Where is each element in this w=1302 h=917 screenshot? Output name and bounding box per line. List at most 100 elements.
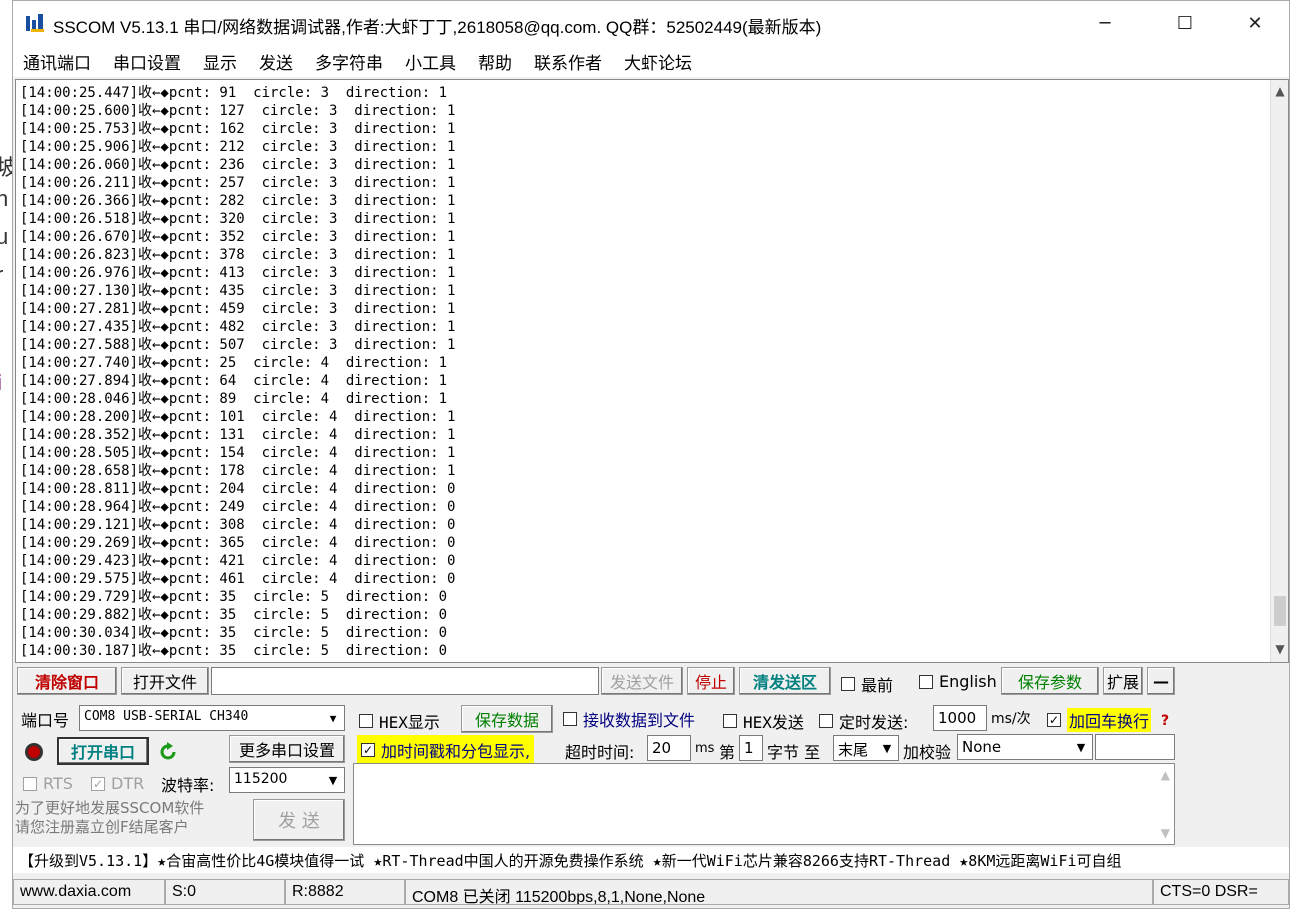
checkbox-box[interactable] — [841, 677, 855, 691]
checkbox-box[interactable] — [359, 714, 373, 728]
receive-line: [14:00:25.600]收←◆pcnt: 127 circle: 3 dir… — [20, 103, 456, 119]
menu-contact-author[interactable]: 联系作者 — [534, 49, 602, 74]
menu-bar: 通讯端口 串口设置 显示 发送 多字符串 小工具 帮助 联系作者 大虾论坛 — [13, 45, 1289, 77]
english-checkbox[interactable]: English — [919, 672, 997, 691]
receive-line: [14:00:29.269]收←◆pcnt: 365 circle: 4 dir… — [20, 535, 456, 551]
menu-comm-port[interactable]: 通讯端口 — [23, 49, 91, 74]
interval-unit: ms/次 — [991, 711, 1031, 727]
menu-multi-string[interactable]: 多字符串 — [315, 49, 383, 74]
hex-send-checkbox[interactable]: HEX发送 — [723, 709, 804, 733]
receive-line: [14:00:29.423]收←◆pcnt: 421 circle: 4 dir… — [20, 553, 456, 569]
scroll-down-icon[interactable]: ▼ — [1273, 642, 1287, 660]
scroll-thumb[interactable] — [1274, 596, 1286, 626]
hex-display-checkbox[interactable]: HEX显示 — [359, 709, 440, 733]
clear-send-button[interactable]: 清发送区 — [739, 667, 831, 695]
topmost-label: 最前 — [861, 676, 894, 695]
checksum-select[interactable]: None ▼ — [957, 734, 1093, 760]
checkbox-box[interactable] — [23, 776, 37, 791]
status-website[interactable]: www.daxia.com — [13, 879, 165, 905]
menu-help[interactable]: 帮助 — [478, 49, 512, 74]
send-scroll-up-icon[interactable]: ▲ — [1161, 768, 1170, 782]
minimize-icon: ─ — [1099, 12, 1111, 34]
english-label: English — [939, 672, 997, 691]
receive-area[interactable]: [14:00:25.447]收←◆pcnt: 91 circle: 3 dire… — [15, 79, 1289, 663]
receive-line: [14:00:28.964]收←◆pcnt: 249 circle: 4 dir… — [20, 499, 456, 515]
stop-button[interactable]: 停止 — [687, 667, 735, 695]
sscom-app-icon — [26, 14, 44, 32]
receive-line: [14:00:26.211]收←◆pcnt: 257 circle: 3 dir… — [20, 175, 456, 191]
chevron-down-icon[interactable]: ▼ — [324, 771, 342, 789]
action-toolbar: 清除窗口 打开文件 发送文件 停止 清发送区 最前 English 保存参数 扩… — [15, 667, 1289, 697]
refresh-icon[interactable] — [157, 741, 179, 763]
close-button[interactable]: ✕ — [1232, 1, 1278, 45]
timed-send-checkbox[interactable]: 定时发送: — [819, 709, 908, 733]
send-button[interactable]: 发 送 — [253, 799, 345, 841]
checkbox-box[interactable] — [723, 714, 737, 728]
file-path-input[interactable] — [211, 667, 599, 695]
expand-button[interactable]: 扩展 — [1103, 667, 1143, 695]
receive-scrollbar[interactable]: ▲ ▼ — [1270, 80, 1288, 662]
end-select[interactable]: 末尾 ▼ — [833, 735, 899, 761]
topmost-checkbox[interactable]: 最前 — [841, 672, 893, 696]
port-select[interactable]: COM8 USB-SERIAL CH340 ▼ — [79, 705, 345, 731]
background-letter: h — [0, 186, 9, 211]
save-params-button[interactable]: 保存参数 — [1001, 667, 1099, 695]
byte-start-input[interactable]: 1 — [739, 735, 763, 761]
recv-to-file-checkbox[interactable]: 接收数据到文件 — [563, 707, 695, 731]
port-label: 端口号 — [21, 711, 70, 730]
baud-label: 波特率: — [161, 776, 215, 795]
help-icon[interactable]: ? — [1161, 713, 1169, 729]
open-file-button[interactable]: 打开文件 — [121, 667, 209, 695]
hex-display-label: HEX显示 — [379, 713, 440, 732]
port-value: COM8 USB-SERIAL CH340 — [84, 709, 249, 724]
menu-forum[interactable]: 大虾论坛 — [624, 49, 692, 74]
menu-tools[interactable]: 小工具 — [405, 49, 456, 74]
timeout-label: 超时时间: — [565, 743, 635, 762]
end-value: 末尾 — [838, 741, 869, 759]
send-text-area[interactable]: ▲ ▼ — [353, 763, 1175, 845]
checkbox-box[interactable]: ✓ — [1047, 713, 1061, 727]
dtr-checkbox[interactable]: ✓ DTR — [91, 774, 144, 793]
checkbox-box[interactable] — [563, 712, 577, 726]
news-ticker[interactable]: 【升级到V5.13.1】★合宙高性价比4G模块值得一试 ★RT-Thread中国… — [13, 847, 1289, 873]
promo-line: 为了更好地发展SSCOM软件 — [15, 799, 205, 817]
add-crlf-checkbox[interactable]: ✓ 加回车换行 — [1047, 708, 1152, 732]
chevron-down-icon[interactable]: ▼ — [324, 709, 342, 727]
chevron-down-icon[interactable]: ▼ — [878, 739, 896, 757]
window-title: SSCOM V5.13.1 串口/网络数据调试器,作者:大虾丁丁,2618058… — [53, 18, 822, 37]
minimize-button[interactable]: ─ — [1082, 1, 1128, 45]
receive-line: [14:00:28.352]收←◆pcnt: 131 circle: 4 dir… — [20, 427, 456, 443]
rts-checkbox[interactable]: RTS — [23, 774, 73, 793]
interval-input[interactable]: 1000 — [933, 705, 987, 731]
save-data-button[interactable]: 保存数据 — [461, 705, 553, 733]
receive-line: [14:00:26.518]收←◆pcnt: 320 circle: 3 dir… — [20, 211, 456, 227]
maximize-button[interactable]: ☐ — [1162, 1, 1208, 45]
checkbox-box[interactable]: ✓ — [91, 776, 105, 791]
menu-display[interactable]: 显示 — [203, 49, 237, 74]
chevron-down-icon[interactable]: ▼ — [1072, 738, 1090, 756]
more-port-settings-button[interactable]: 更多串口设置 — [229, 735, 345, 763]
send-scroll-down-icon[interactable]: ▼ — [1161, 826, 1170, 840]
port-status-indicator-icon — [25, 743, 43, 761]
timeout-input[interactable]: 20 — [647, 735, 691, 761]
dtr-label: DTR — [111, 774, 145, 793]
receive-line: [14:00:27.435]收←◆pcnt: 482 circle: 3 dir… — [20, 319, 456, 335]
hex-send-label: HEX发送 — [743, 713, 804, 732]
send-file-button[interactable]: 发送文件 — [601, 667, 683, 695]
open-port-button[interactable]: 打开串口 — [57, 737, 149, 765]
status-port-state: COM8 已关闭 115200bps,8,1,None,None — [405, 879, 1153, 905]
baud-rate-select[interactable]: 115200 ▼ — [229, 767, 345, 793]
byte-prefix: 第 — [719, 743, 736, 762]
clear-window-button[interactable]: 清除窗口 — [17, 667, 117, 695]
collapse-button[interactable]: — — [1147, 667, 1175, 695]
scroll-up-icon[interactable]: ▲ — [1273, 84, 1287, 102]
checkbox-box[interactable] — [819, 714, 833, 728]
checkbox-box[interactable] — [919, 674, 933, 689]
menu-serial-settings[interactable]: 串口设置 — [113, 49, 181, 74]
checkbox-box[interactable]: ✓ — [361, 743, 375, 757]
menu-send[interactable]: 发送 — [259, 49, 293, 74]
receive-line: [14:00:25.753]收←◆pcnt: 162 circle: 3 dir… — [20, 121, 456, 137]
receive-line: [14:00:30.034]收←◆pcnt: 35 circle: 5 dire… — [20, 625, 448, 641]
checksum-value: None — [962, 738, 1002, 756]
timestamp-checkbox[interactable]: ✓ 加时间戳和分包显示, — [357, 735, 535, 765]
